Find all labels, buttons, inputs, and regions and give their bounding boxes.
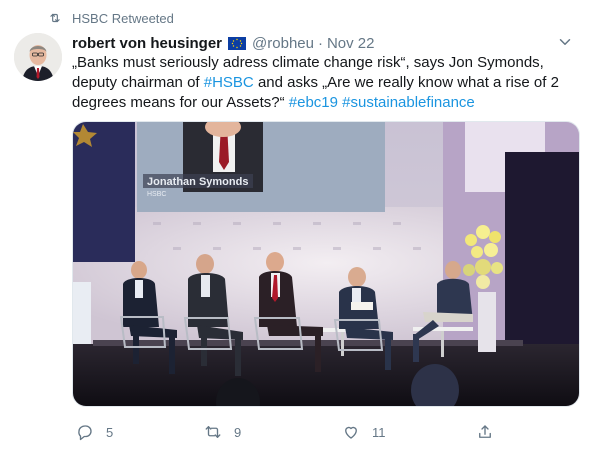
avatar[interactable] <box>14 33 62 81</box>
separator: · <box>317 34 323 52</box>
retweet-button[interactable]: 9 <box>204 423 241 441</box>
screen-caption-name: Jonathan Symonds <box>147 176 248 188</box>
share-icon <box>479 425 491 438</box>
display-name[interactable]: robert von heusinger <box>72 35 222 52</box>
hashtag-ebc19[interactable]: #ebc19 <box>289 94 338 111</box>
hashtag-sustainablefinance[interactable]: #sustainablefinance <box>342 94 475 111</box>
retweet-label: HSBC Retweeted <box>72 10 174 26</box>
hashtag-hsbc[interactable]: #HSBC <box>204 74 254 91</box>
reply-button[interactable]: 5 <box>76 423 113 441</box>
chevron-down-icon[interactable] <box>556 33 574 51</box>
share-button[interactable] <box>476 423 494 441</box>
like-button[interactable]: 11 <box>342 423 386 441</box>
reply-count: 5 <box>106 424 114 440</box>
retweet-context[interactable]: HSBC Retweeted <box>48 9 174 27</box>
handle[interactable]: @robheu <box>252 35 314 52</box>
like-count: 11 <box>372 424 386 440</box>
reply-icon <box>78 425 92 441</box>
tweet-text: „Banks must seriously adress climate cha… <box>72 53 572 113</box>
tweet-header: robert von heusinger @robheu · Nov 22 <box>72 33 578 53</box>
retweet-count: 9 <box>234 424 242 440</box>
screen-caption-sub: HSBC <box>147 191 166 198</box>
tweet-photo[interactable]: Jonathan Symonds HSBC <box>72 121 580 407</box>
tweet-actions: 5 9 11 <box>72 420 502 444</box>
eu-flag-icon <box>228 36 247 50</box>
timestamp[interactable]: Nov 22 <box>327 35 375 52</box>
retweet-icon <box>50 13 60 23</box>
heart-icon <box>345 426 357 439</box>
retweet-icon <box>205 426 221 438</box>
